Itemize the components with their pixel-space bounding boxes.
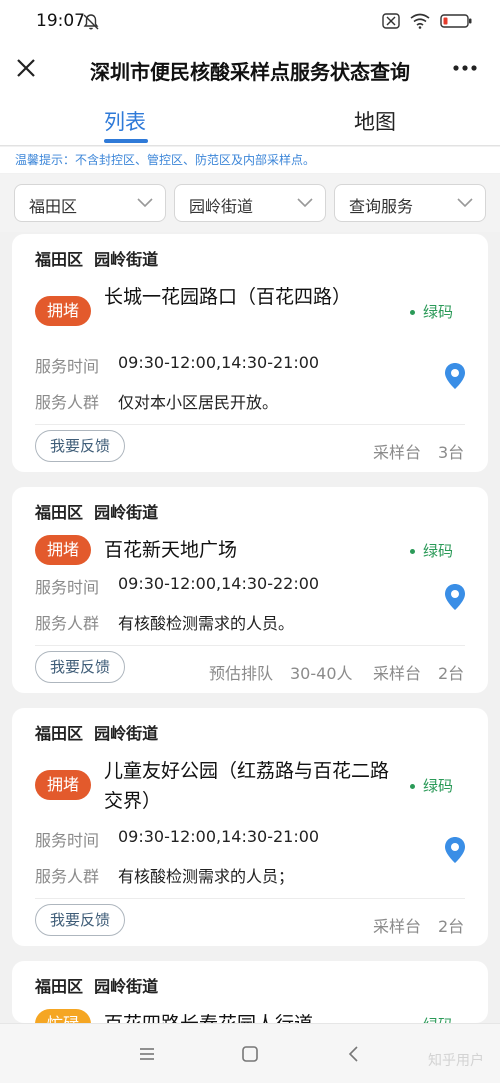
sim-off-icon <box>382 13 400 29</box>
more-options-icon[interactable] <box>450 56 480 80</box>
home-icon[interactable] <box>240 1044 260 1064</box>
title-bar: 深圳市便民核酸采样点服务状态查询 <box>0 44 500 96</box>
status-badge: 忙碌 <box>35 1009 91 1023</box>
status-badge: 拥堵 <box>35 296 91 326</box>
service-group-label: 服务人群 <box>35 867 100 886</box>
sampling-site-card[interactable]: 福田区 园岭街道 忙碌 百花四路长春花园人行道 绿码 <box>12 961 488 1023</box>
desk-count: 2台 <box>438 917 465 936</box>
site-name: 儿童友好公园（红荔路与百花二路交界） <box>104 760 390 812</box>
status-badge: 拥堵 <box>35 535 91 565</box>
service-group-value: 仅对本小区居民开放。 <box>118 393 279 412</box>
service-time-value: 09:30-12:00,14:30-22:00 <box>118 574 320 593</box>
status-time: 19:07 <box>36 11 85 31</box>
service-group-label: 服务人群 <box>35 393 100 412</box>
queue-label: 预估排队 <box>209 664 274 683</box>
wifi-icon <box>410 13 430 29</box>
service-group-value: 有核酸检测需求的人员； <box>118 867 295 886</box>
service-time-label: 服务时间 <box>35 357 100 376</box>
status-badge: 拥堵 <box>35 770 91 800</box>
card-area: 福田区 园岭街道 <box>35 503 159 522</box>
tab-bar: 列表 地图 <box>0 96 500 146</box>
service-time-label: 服务时间 <box>35 831 100 850</box>
menu-icon[interactable] <box>137 1044 157 1064</box>
tab-list[interactable]: 列表 <box>0 106 250 136</box>
chevron-down-icon <box>137 198 153 208</box>
card-area: 福田区 园岭街道 <box>35 250 159 269</box>
queue-value: 30-40人 <box>290 664 353 683</box>
card-divider <box>35 424 465 425</box>
card-divider <box>35 898 465 899</box>
service-time-value: 09:30-12:00,14:30-21:00 <box>118 827 320 846</box>
feedback-button[interactable]: 我要反馈 <box>35 430 125 462</box>
street-select[interactable]: 园岭街道 <box>174 184 326 222</box>
desk-count: 3台 <box>438 443 465 462</box>
status-bar: 19:07 <box>0 0 500 44</box>
green-code-label: 绿码 <box>423 1014 453 1023</box>
green-code-label: 绿码 <box>423 303 454 321</box>
card-area: 福田区 园岭街道 <box>35 977 159 996</box>
service-group-label: 服务人群 <box>35 614 100 633</box>
feedback-button[interactable]: 我要反馈 <box>35 904 125 936</box>
service-value: 查询服务 <box>349 197 414 216</box>
green-code-dot <box>410 310 415 315</box>
filter-bar: 福田区 园岭街道 查询服务 <box>0 174 500 232</box>
battery-low-icon <box>440 14 472 28</box>
green-code-dot <box>410 784 415 789</box>
service-time-value: 09:30-12:00,14:30-21:00 <box>118 353 320 372</box>
chevron-down-icon <box>457 198 473 208</box>
tip-text: 温馨提示：不含封控区、管控区、防范区及内部采样点。 <box>15 153 316 167</box>
card-area: 福田区 园岭街道 <box>35 724 159 743</box>
desk-label: 采样台 <box>373 917 422 936</box>
green-code-label: 绿码 <box>423 542 454 560</box>
back-icon[interactable] <box>344 1044 364 1064</box>
sampling-site-card[interactable]: 福田区 园岭街道 拥堵 百花新天地广场 绿码 服务时间 09:30-12:00,… <box>12 487 488 693</box>
service-time-label: 服务时间 <box>35 578 100 597</box>
location-pin-icon[interactable] <box>443 836 467 864</box>
site-name: 百花新天地广场 <box>104 539 238 561</box>
mute-bell-icon <box>83 14 99 30</box>
street-value: 园岭街道 <box>189 197 254 216</box>
tip-bar: 温馨提示：不含封控区、管控区、防范区及内部采样点。 <box>0 147 500 173</box>
green-code-label: 绿码 <box>423 777 454 795</box>
district-select[interactable]: 福田区 <box>14 184 166 222</box>
desk-count: 2台 <box>438 664 465 683</box>
site-name: 长城一花园路口（百花四路） <box>104 286 352 308</box>
desk-label: 采样台 <box>373 443 422 462</box>
chevron-down-icon <box>297 198 313 208</box>
location-pin-icon[interactable] <box>443 583 467 611</box>
system-nav-bar: 知乎用户 <box>0 1023 500 1083</box>
sampling-site-card[interactable]: 福田区 园岭街道 拥堵 儿童友好公园（红荔路与百花二路交界） 绿码 服务时间 0… <box>12 708 488 946</box>
service-select[interactable]: 查询服务 <box>334 184 486 222</box>
watermark: 知乎用户 <box>428 1053 484 1069</box>
tab-map[interactable]: 地图 <box>250 106 500 136</box>
green-code-dot <box>410 549 415 554</box>
card-divider <box>35 645 465 646</box>
feedback-button[interactable]: 我要反馈 <box>35 651 125 683</box>
location-pin-icon[interactable] <box>443 362 467 390</box>
desk-label: 采样台 <box>373 664 422 683</box>
site-name: 百花四路长春花园人行道 <box>104 1009 434 1023</box>
service-group-value: 有核酸检测需求的人员。 <box>118 614 295 633</box>
sampling-site-card[interactable]: 福田区 园岭街道 拥堵 长城一花园路口（百花四路） 绿码 服务时间 09:30-… <box>12 234 488 472</box>
page-title: 深圳市便民核酸采样点服务状态查询 <box>90 60 410 84</box>
active-tab-indicator <box>104 139 148 143</box>
district-value: 福田区 <box>29 197 78 216</box>
